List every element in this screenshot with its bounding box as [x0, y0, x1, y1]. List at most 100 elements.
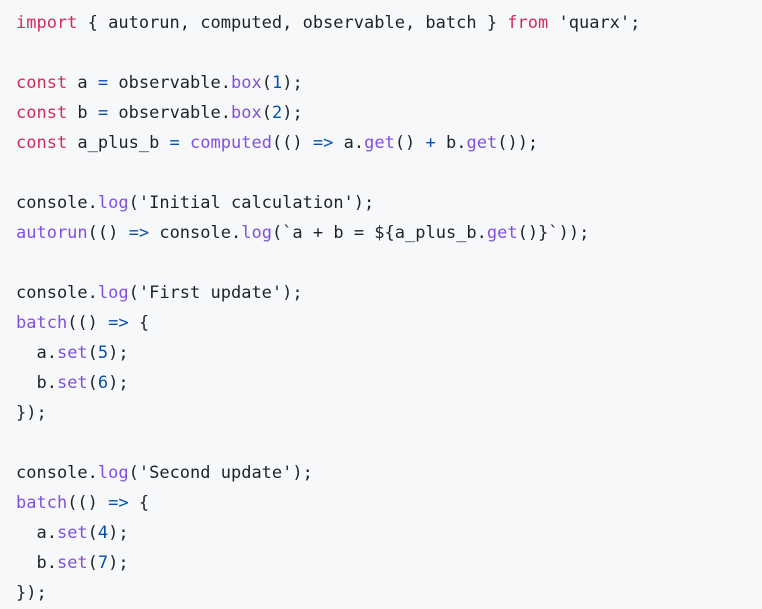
- code-token-keyword: const: [16, 133, 68, 153]
- code-token-plain: console.: [16, 283, 98, 303]
- code-block: import { autorun, computed, observable, …: [0, 0, 762, 609]
- code-line: a.set(5);: [16, 338, 762, 368]
- code-token-function: batch: [16, 313, 68, 333]
- code-token-punct: ());: [497, 133, 539, 153]
- code-token-operator: =: [97, 73, 109, 93]
- code-token-punct: );: [282, 103, 303, 123]
- code-line: });: [16, 578, 762, 608]
- code-token-plain: { autorun, computed, observable, batch }: [77, 13, 508, 33]
- code-token-punct: (: [128, 463, 139, 483]
- code-token-plain: console.: [149, 223, 242, 243]
- code-token-plain: console.: [16, 193, 98, 213]
- code-line: a.set(4);: [16, 518, 762, 548]
- code-token-string: 'Second update': [138, 463, 293, 483]
- code-token-function: log: [97, 283, 129, 303]
- code-line: console.log('Initial calculation');: [16, 188, 762, 218]
- code-line: console.log('Second update');: [16, 458, 762, 488]
- code-token-keyword: const: [16, 103, 68, 123]
- code-token-punct: {: [128, 313, 150, 333]
- code-token-function: get: [364, 133, 395, 153]
- code-token-number: 1: [271, 73, 283, 93]
- code-token-function: set: [56, 343, 88, 363]
- code-token-plain: b.: [435, 133, 467, 153]
- code-token-operator: =: [97, 103, 109, 123]
- code-token-function: batch: [16, 493, 68, 513]
- code-token-punct: });: [16, 583, 47, 603]
- code-token-string: }`: [538, 223, 559, 243]
- code-token-function: get: [466, 133, 498, 153]
- code-token-plain: a.: [16, 343, 57, 363]
- code-token-plain: console.: [16, 463, 98, 483]
- code-token-punct: ((): [87, 223, 129, 243]
- code-line: autorun(() => console.log(`a + b = ${a_p…: [16, 218, 762, 248]
- code-token-string: 'quarx': [558, 13, 631, 33]
- code-token-string: 'Initial calculation': [138, 193, 354, 213]
- code-token-plain: b.: [16, 553, 57, 573]
- code-token-punct: (: [87, 523, 98, 543]
- code-token-punct: (: [87, 343, 98, 363]
- code-token-plain: a.: [16, 523, 57, 543]
- code-token-plain: b: [67, 103, 98, 123]
- code-token-punct: );: [282, 283, 303, 303]
- code-token-number: 7: [97, 553, 109, 573]
- code-token-punct: );: [353, 193, 375, 213]
- code-token-punct: ((): [67, 493, 109, 513]
- code-token-punct: );: [282, 73, 303, 93]
- code-token-punct: );: [292, 463, 313, 483]
- code-token-function: set: [56, 553, 88, 573]
- code-line: const a_plus_b = computed(() => a.get() …: [16, 128, 762, 158]
- code-token-punct: (): [517, 223, 539, 243]
- code-line: const a = observable.box(1);: [16, 68, 762, 98]
- code-token-punct: (: [87, 373, 98, 393]
- code-token-punct: );: [108, 373, 129, 393]
- code-token-punct: ));: [558, 223, 590, 243]
- code-line: const b = observable.box(2);: [16, 98, 762, 128]
- code-token-punct: (: [271, 223, 283, 243]
- code-line: });: [16, 398, 762, 428]
- code-token-punct: (: [261, 103, 272, 123]
- code-token-function: set: [56, 373, 88, 393]
- code-token-number: 5: [97, 343, 109, 363]
- code-token-plain: observable.: [108, 103, 231, 123]
- code-token-operator: =>: [108, 493, 129, 513]
- code-token-punct: (): [394, 133, 426, 153]
- code-token-punct: ((): [67, 313, 109, 333]
- code-line: batch(() => {: [16, 308, 762, 338]
- code-token-string: `a + b = ${: [282, 223, 395, 243]
- code-token-punct: (: [87, 553, 98, 573]
- code-token-plain: a: [67, 73, 98, 93]
- code-token-string: 'First update': [138, 283, 283, 303]
- code-token-keyword: const: [16, 73, 68, 93]
- code-token-number: 6: [97, 373, 109, 393]
- code-token-punct: (: [128, 193, 139, 213]
- code-token-operator: =>: [108, 313, 129, 333]
- code-token-punct: );: [108, 553, 129, 573]
- code-token-punct: (: [261, 73, 272, 93]
- code-token-plain: a.: [333, 133, 365, 153]
- code-token-function: box: [230, 103, 262, 123]
- code-token-punct: ;: [630, 13, 641, 33]
- code-token-punct: );: [108, 343, 129, 363]
- code-token-punct: (: [128, 283, 139, 303]
- code-token-plain: a_plus_b: [67, 133, 170, 153]
- code-token-keyword: from: [507, 13, 549, 33]
- code-line: console.log('First update');: [16, 278, 762, 308]
- code-token-function: autorun: [16, 223, 88, 243]
- code-token-plain: a_plus_b.: [394, 223, 487, 243]
- code-token-function: log: [97, 193, 129, 213]
- code-token-operator: =>: [128, 223, 150, 243]
- code-token-punct: );: [108, 523, 129, 543]
- code-line: batch(() => {: [16, 488, 762, 518]
- code-token-operator: =>: [312, 133, 334, 153]
- code-token-function: log: [97, 463, 129, 483]
- code-token-function: set: [56, 523, 88, 543]
- code-token-function: get: [486, 223, 518, 243]
- code-token-operator: =: [169, 133, 180, 153]
- code-token-keyword: import: [16, 13, 78, 33]
- code-token-operator: +: [425, 133, 436, 153]
